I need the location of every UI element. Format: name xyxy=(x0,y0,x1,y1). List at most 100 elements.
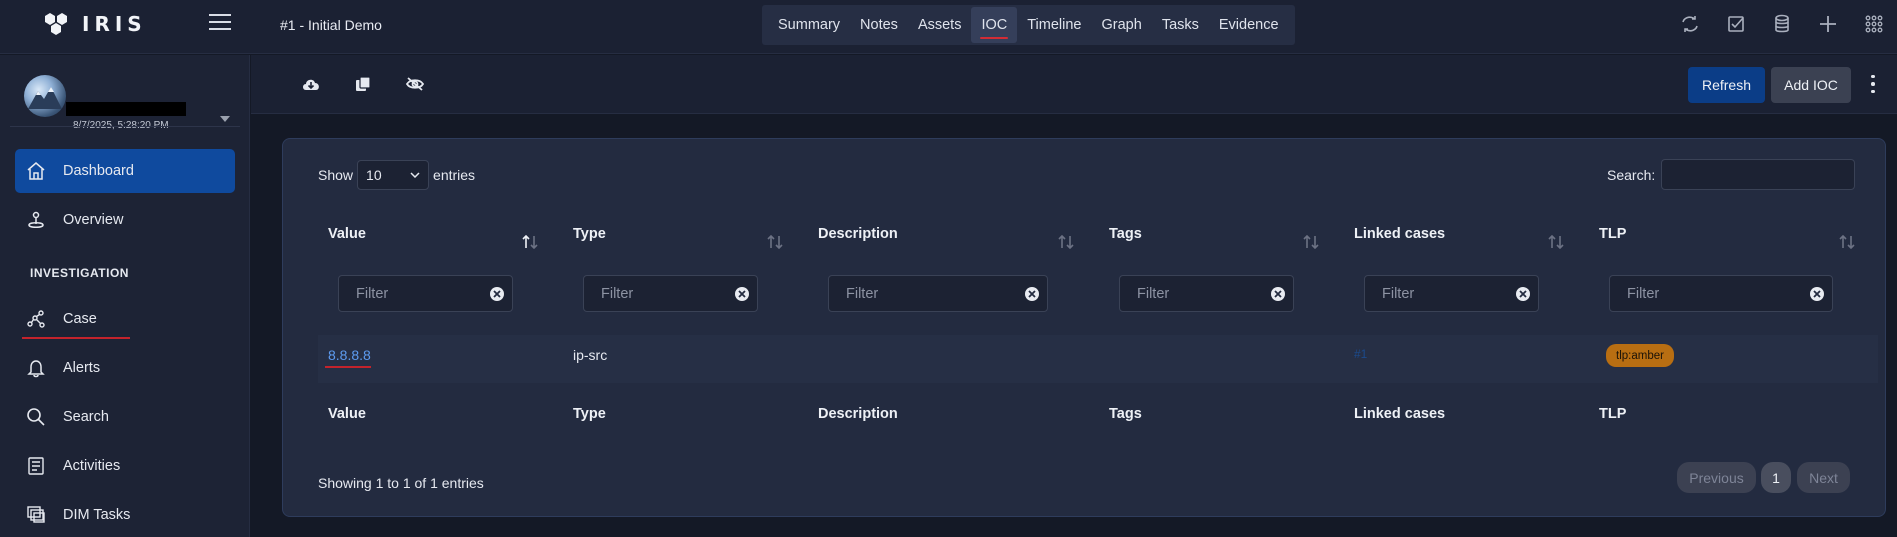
eye-slash-icon[interactable] xyxy=(404,74,426,94)
top-navbar: IRIS #1 - Initial Demo Summary Notes Ass… xyxy=(0,0,1897,54)
filter-description-input[interactable]: Filter xyxy=(828,275,1048,312)
sidebar-item-label: Activities xyxy=(63,458,121,474)
tab-assets[interactable]: Assets xyxy=(908,7,972,43)
linked-case-link[interactable]: #1 xyxy=(1354,347,1367,361)
page-size-value: 10 xyxy=(366,167,382,183)
refresh-button[interactable]: Refresh xyxy=(1688,67,1765,103)
filter-placeholder: Filter xyxy=(1382,285,1415,302)
sidebar-item-label: Alerts xyxy=(63,360,101,376)
grid-icon[interactable] xyxy=(1851,11,1897,37)
clear-icon[interactable] xyxy=(1271,287,1285,301)
sidebar-item-search[interactable]: Search xyxy=(15,395,235,439)
pagination-previous-button[interactable]: Previous xyxy=(1677,462,1756,493)
sidebar-item-dashboard[interactable]: Dashboard xyxy=(15,149,235,193)
clear-icon[interactable] xyxy=(490,287,504,301)
tab-tasks[interactable]: Tasks xyxy=(1152,7,1209,43)
bell-icon xyxy=(25,357,47,379)
column-footer-type: Type xyxy=(573,406,606,422)
clear-icon[interactable] xyxy=(735,287,749,301)
page-size-select[interactable]: 10 xyxy=(357,160,430,190)
sort-icon[interactable] xyxy=(1303,235,1319,249)
sort-icon[interactable] xyxy=(1839,235,1855,249)
cloud-download-icon[interactable] xyxy=(300,74,322,94)
sidebar-item-label: Search xyxy=(63,409,109,425)
filter-value-input[interactable]: Filter xyxy=(338,275,513,312)
column-header-tags[interactable]: Tags xyxy=(1109,226,1142,242)
search-input[interactable] xyxy=(1661,159,1856,190)
user-panel[interactable]: 8/7/2025, 5:28:20 PM xyxy=(24,75,230,131)
link-underline xyxy=(325,366,371,368)
home-icon xyxy=(25,160,47,182)
clear-icon[interactable] xyxy=(1025,287,1039,301)
active-underline xyxy=(22,337,130,339)
filter-placeholder: Filter xyxy=(1627,285,1660,302)
case-graph-icon xyxy=(25,308,47,330)
column-header-description[interactable]: Description xyxy=(818,226,898,242)
sidebar-item-dim-tasks[interactable]: DIM Tasks xyxy=(15,493,235,537)
sidebar: 8/7/2025, 5:28:20 PM Dashboard Overview … xyxy=(0,55,250,537)
column-footer-linked-cases: Linked cases xyxy=(1354,406,1446,422)
clear-icon[interactable] xyxy=(1810,287,1824,301)
sidebar-item-label: Overview xyxy=(63,212,124,228)
iris-logo[interactable]: IRIS xyxy=(42,12,147,36)
tab-ioc[interactable]: IOC xyxy=(971,7,1018,43)
table-info: Showing 1 to 1 of 1 entries xyxy=(318,475,484,491)
column-footer-description: Description xyxy=(818,406,898,422)
column-footer-value: Value xyxy=(328,406,366,422)
table-search: Search: xyxy=(1607,159,1856,190)
add-ioc-button[interactable]: Add IOC xyxy=(1771,67,1851,103)
case-title: #1 - Initial Demo xyxy=(280,17,382,33)
tab-summary[interactable]: Summary xyxy=(768,7,850,43)
overview-icon xyxy=(25,209,47,231)
sidebar-item-case[interactable]: Case xyxy=(15,297,235,341)
sidebar-item-activities[interactable]: Activities xyxy=(15,444,235,488)
chevron-down-icon xyxy=(410,172,420,178)
checkbox-icon[interactable] xyxy=(1713,11,1759,37)
column-header-type[interactable]: Type xyxy=(573,226,606,242)
sort-icon[interactable] xyxy=(1548,235,1564,249)
sort-icon[interactable] xyxy=(767,235,783,249)
clear-icon[interactable] xyxy=(1516,287,1530,301)
filter-placeholder: Filter xyxy=(1137,285,1170,302)
sidebar-item-overview[interactable]: Overview xyxy=(15,198,235,242)
chevron-down-icon[interactable] xyxy=(220,109,230,127)
sidebar-item-alerts[interactable]: Alerts xyxy=(15,346,235,390)
divider xyxy=(10,126,240,127)
column-footer-tlp: TLP xyxy=(1599,406,1627,422)
copy-icon[interactable] xyxy=(352,74,374,94)
tab-graph[interactable]: Graph xyxy=(1092,7,1152,43)
filter-type-input[interactable]: Filter xyxy=(583,275,758,312)
sidebar-item-label: Case xyxy=(63,311,97,327)
tab-notes[interactable]: Notes xyxy=(850,7,908,43)
activities-icon xyxy=(25,455,47,477)
tab-timeline[interactable]: Timeline xyxy=(1017,7,1091,43)
iris-logo-icon xyxy=(45,13,67,35)
column-header-tlp[interactable]: TLP xyxy=(1599,226,1626,242)
case-tabs: Summary Notes Assets IOC Timeline Graph … xyxy=(762,5,1295,45)
column-header-linked-cases[interactable]: Linked cases xyxy=(1354,226,1445,242)
menu-toggle-icon[interactable] xyxy=(209,14,231,32)
filter-tags-input[interactable]: Filter xyxy=(1119,275,1294,312)
ioc-value-link[interactable]: 8.8.8.8 xyxy=(328,347,371,363)
plus-icon[interactable] xyxy=(1805,11,1851,37)
filter-linked-cases-input[interactable]: Filter xyxy=(1364,275,1539,312)
user-name-redacted xyxy=(66,102,186,116)
avatar xyxy=(24,75,66,117)
logo-text: IRIS xyxy=(82,12,147,36)
sidebar-item-label: Dashboard xyxy=(63,163,134,179)
more-options-icon[interactable] xyxy=(1866,73,1880,95)
filter-tlp-input[interactable]: Filter xyxy=(1609,275,1833,312)
tab-evidence[interactable]: Evidence xyxy=(1209,7,1289,43)
pagination-next-button[interactable]: Next xyxy=(1797,462,1850,493)
ioc-table-panel: Show 10 entries Search: Value Type Descr… xyxy=(282,138,1886,517)
refresh-icon[interactable] xyxy=(1667,11,1713,37)
sort-asc-icon[interactable] xyxy=(522,235,538,249)
pagination-page-button[interactable]: 1 xyxy=(1761,462,1791,493)
database-icon[interactable] xyxy=(1759,11,1805,37)
sidebar-item-label: DIM Tasks xyxy=(63,507,131,523)
column-header-value[interactable]: Value xyxy=(328,226,366,242)
filter-placeholder: Filter xyxy=(356,285,389,302)
entries-label: entries xyxy=(433,167,476,183)
sort-icon[interactable] xyxy=(1058,235,1074,249)
top-icon-group xyxy=(1667,11,1897,37)
